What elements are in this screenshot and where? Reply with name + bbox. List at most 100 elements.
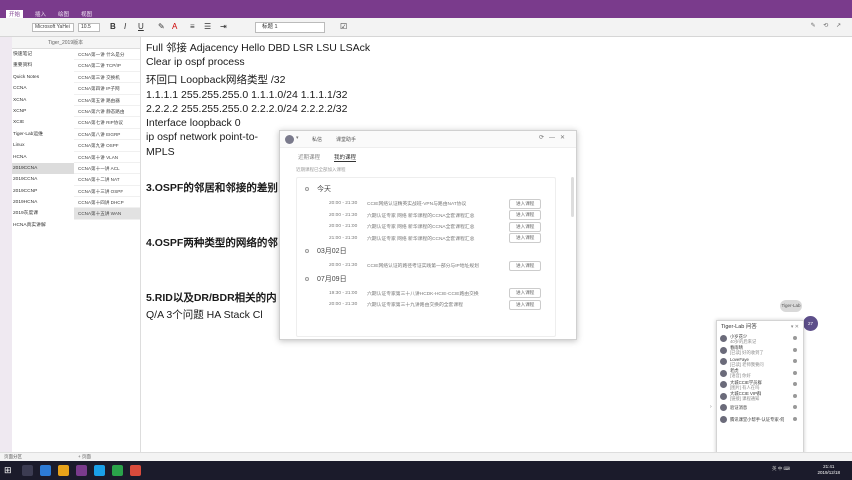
indent-icon[interactable]: ⇥ bbox=[220, 22, 227, 31]
avatar bbox=[720, 392, 727, 400]
bullets-icon[interactable]: ≡ bbox=[190, 22, 195, 31]
enter-course-button[interactable]: 进入课程 bbox=[509, 210, 542, 221]
page-item[interactable]: CCNA第五讲 路由器 bbox=[74, 95, 140, 106]
page-item[interactable]: CCNA第十讲 VLAN bbox=[74, 152, 140, 163]
clock[interactable]: 21:41 2019/12/18 bbox=[817, 464, 840, 476]
close-icon[interactable]: ▾ ✕ bbox=[791, 321, 799, 333]
ribbon-right-tools[interactable]: ✎ ⟲ ↗ bbox=[811, 22, 844, 29]
scrollbar[interactable] bbox=[571, 177, 574, 217]
friend-item[interactable]: 老虎 [语音] 你好 bbox=[717, 368, 803, 380]
font-color-icon[interactable]: A bbox=[172, 22, 177, 31]
notebook-item[interactable]: XCIE bbox=[12, 117, 74, 128]
notebook-item[interactable]: 重要资料 bbox=[12, 60, 74, 71]
page-item[interactable]: CCNA第六讲 静态路由 bbox=[74, 106, 140, 118]
notebook-item[interactable]: 2019CCNP bbox=[12, 186, 74, 197]
assistant-tab[interactable]: 课堂助手 bbox=[336, 136, 356, 143]
course-title[interactable]: 六期认证专家第三十九讲路由交换的全套课程 bbox=[367, 301, 489, 308]
tab-insert[interactable]: 插入 bbox=[35, 10, 46, 18]
page-item[interactable]: CCNA第十五讲 WAN bbox=[74, 208, 140, 220]
clock-date: 2019/12/18 bbox=[817, 470, 840, 475]
notebook-item[interactable]: 2019灰度课 bbox=[12, 208, 74, 219]
qq-icon[interactable] bbox=[94, 465, 105, 476]
page-item[interactable]: CCNA第一讲 什么是分 bbox=[74, 49, 140, 61]
window-controls[interactable]: ⟳—✕ bbox=[539, 134, 570, 141]
friend-status: [已读] 老师我要问 bbox=[730, 361, 764, 367]
friend-item[interactable]: 腾讯课堂小帮手-认证专家-何 bbox=[717, 414, 803, 426]
course-title[interactable]: 六期认证专家第三十八讲HCDK-HCIE-CCIE路由交换 bbox=[367, 290, 489, 297]
enter-course-button[interactable]: 进入课程 bbox=[509, 288, 542, 299]
tab-draw[interactable]: 绘图 bbox=[58, 10, 69, 18]
page-item[interactable]: CCNA第十一讲 ACL bbox=[74, 163, 140, 175]
notebook-item[interactable]: HCNA bbox=[12, 152, 74, 163]
tab-recent-courses[interactable]: 近期课程 bbox=[298, 153, 320, 162]
highlight-icon[interactable]: ✎ bbox=[158, 22, 165, 31]
wechat-icon[interactable] bbox=[112, 465, 123, 476]
tab-home[interactable]: 开始 bbox=[6, 9, 24, 18]
notebook-item[interactable]: 2019HCNA bbox=[12, 197, 74, 208]
enter-course-button[interactable]: 进入课程 bbox=[509, 233, 542, 244]
course-title[interactable]: CCIE网络认证的路径考证实践第一部分与IP地址规划 bbox=[367, 262, 489, 269]
enter-course-button[interactable]: 进入课程 bbox=[509, 221, 542, 232]
notebook-item[interactable]: Linux bbox=[12, 140, 74, 151]
friend-status: [链接] 课程通知 bbox=[730, 396, 760, 402]
qq-badge[interactable]: Tiger-Lab bbox=[780, 300, 802, 312]
notebook-item[interactable]: 2019CCNA bbox=[12, 162, 74, 175]
notebook-item[interactable]: 2019CCNA bbox=[12, 174, 74, 185]
notebook-item[interactable]: 快速笔记 bbox=[12, 49, 74, 60]
course-title[interactable]: CCIE网络认证精英实战班-VPN与路由NAT协议 bbox=[367, 200, 489, 207]
notebook-item[interactable]: Tiger-Lab运维 bbox=[12, 129, 74, 140]
font-name-select[interactable]: Microsoft YaHei bbox=[32, 23, 74, 32]
notebook-item[interactable]: XCNP bbox=[12, 106, 74, 117]
course-title[interactable]: 六期认证专家 网络 新华课程的CCNA全套课程汇总 bbox=[367, 212, 489, 219]
friend-item[interactable]: 验证消息 bbox=[717, 402, 803, 414]
page-item[interactable]: CCNA第二讲 TCP/IP bbox=[74, 60, 140, 72]
avatar[interactable] bbox=[285, 135, 294, 144]
page-item[interactable]: CCNA第十四讲 DHCP bbox=[74, 197, 140, 209]
underline-button[interactable]: U bbox=[138, 22, 144, 31]
italic-button[interactable]: I bbox=[124, 22, 126, 31]
friend-item[interactable]: 大城CCIE学员群 [图片] 有人在吗 bbox=[717, 379, 803, 391]
course-title[interactable]: 六期认证专家 网络 新华课程的CCNA全套课程汇总 bbox=[367, 235, 489, 242]
add-page-link[interactable]: + 页面 bbox=[78, 454, 91, 460]
day-header: 07月09日 bbox=[305, 274, 547, 284]
course-title[interactable]: 六期认证专家 网络 新华课程的CCNA全套课程汇总 bbox=[367, 223, 489, 230]
folder-icon[interactable] bbox=[58, 465, 69, 476]
notebook-item[interactable]: CCNA bbox=[12, 83, 74, 94]
onenote-icon[interactable] bbox=[76, 465, 87, 476]
edge-icon[interactable] bbox=[40, 465, 51, 476]
tab-my-courses[interactable]: 我的课程 bbox=[334, 153, 357, 162]
notebook-header[interactable]: Tiger_2019版本 bbox=[12, 37, 140, 49]
messages-tab[interactable]: 私信 bbox=[312, 136, 322, 143]
friend-item[interactable]: 春雨晴 [已读] 好的收到了 bbox=[717, 345, 803, 357]
notebook-item[interactable]: HCNA真实讲解 bbox=[12, 220, 74, 231]
app-icon[interactable] bbox=[130, 465, 141, 476]
tag-icon[interactable]: ☑ bbox=[340, 22, 347, 31]
numbering-icon[interactable]: ☰ bbox=[204, 22, 211, 31]
page-item[interactable]: CCNA第八讲 EIGRP bbox=[74, 129, 140, 141]
page-item[interactable]: CCNA第九讲 OSPF bbox=[74, 140, 140, 152]
page-item[interactable]: CCNA第三讲 交换机 bbox=[74, 72, 140, 84]
page-item[interactable]: CCNA第四讲 IP子网 bbox=[74, 83, 140, 95]
windows-start-icon[interactable]: ⊞ bbox=[4, 465, 12, 476]
bold-button[interactable]: B bbox=[110, 22, 116, 31]
friend-item[interactable]: LoveFaye [已读] 老师我要问 bbox=[717, 356, 803, 368]
page-item[interactable]: CCNA第十三讲 OSPF bbox=[74, 186, 140, 198]
tab-view[interactable]: 视图 bbox=[81, 10, 92, 18]
expand-icon[interactable]: › bbox=[710, 404, 712, 410]
unread-bubble[interactable]: 27 bbox=[803, 316, 818, 331]
style-select[interactable]: 标题 1 bbox=[255, 22, 325, 33]
chevron-down-icon[interactable]: ▾ bbox=[296, 135, 299, 141]
friend-item[interactable]: 小岁花少 40岁的后来记 bbox=[717, 333, 803, 345]
page-item[interactable]: CCNA第十二讲 NAT bbox=[74, 174, 140, 186]
font-size-select[interactable]: 10.5 bbox=[78, 23, 100, 32]
add-section-link[interactable]: 页面分区 bbox=[4, 454, 22, 460]
search-icon[interactable] bbox=[22, 465, 33, 476]
notebook-item[interactable]: Quick Notes bbox=[12, 72, 74, 83]
friend-item[interactable]: 大城CCIE VIP群 [链接] 课程通知 bbox=[717, 391, 803, 403]
enter-course-button[interactable]: 进入课程 bbox=[509, 198, 542, 209]
notebook-item[interactable]: XCNA bbox=[12, 95, 74, 106]
enter-course-button[interactable]: 进入课程 bbox=[509, 260, 542, 271]
enter-course-button[interactable]: 进入课程 bbox=[509, 299, 542, 310]
system-tray[interactable]: 英 中 ⌨ bbox=[772, 466, 790, 472]
page-item[interactable]: CCNA第七讲 RIP协议 bbox=[74, 117, 140, 129]
